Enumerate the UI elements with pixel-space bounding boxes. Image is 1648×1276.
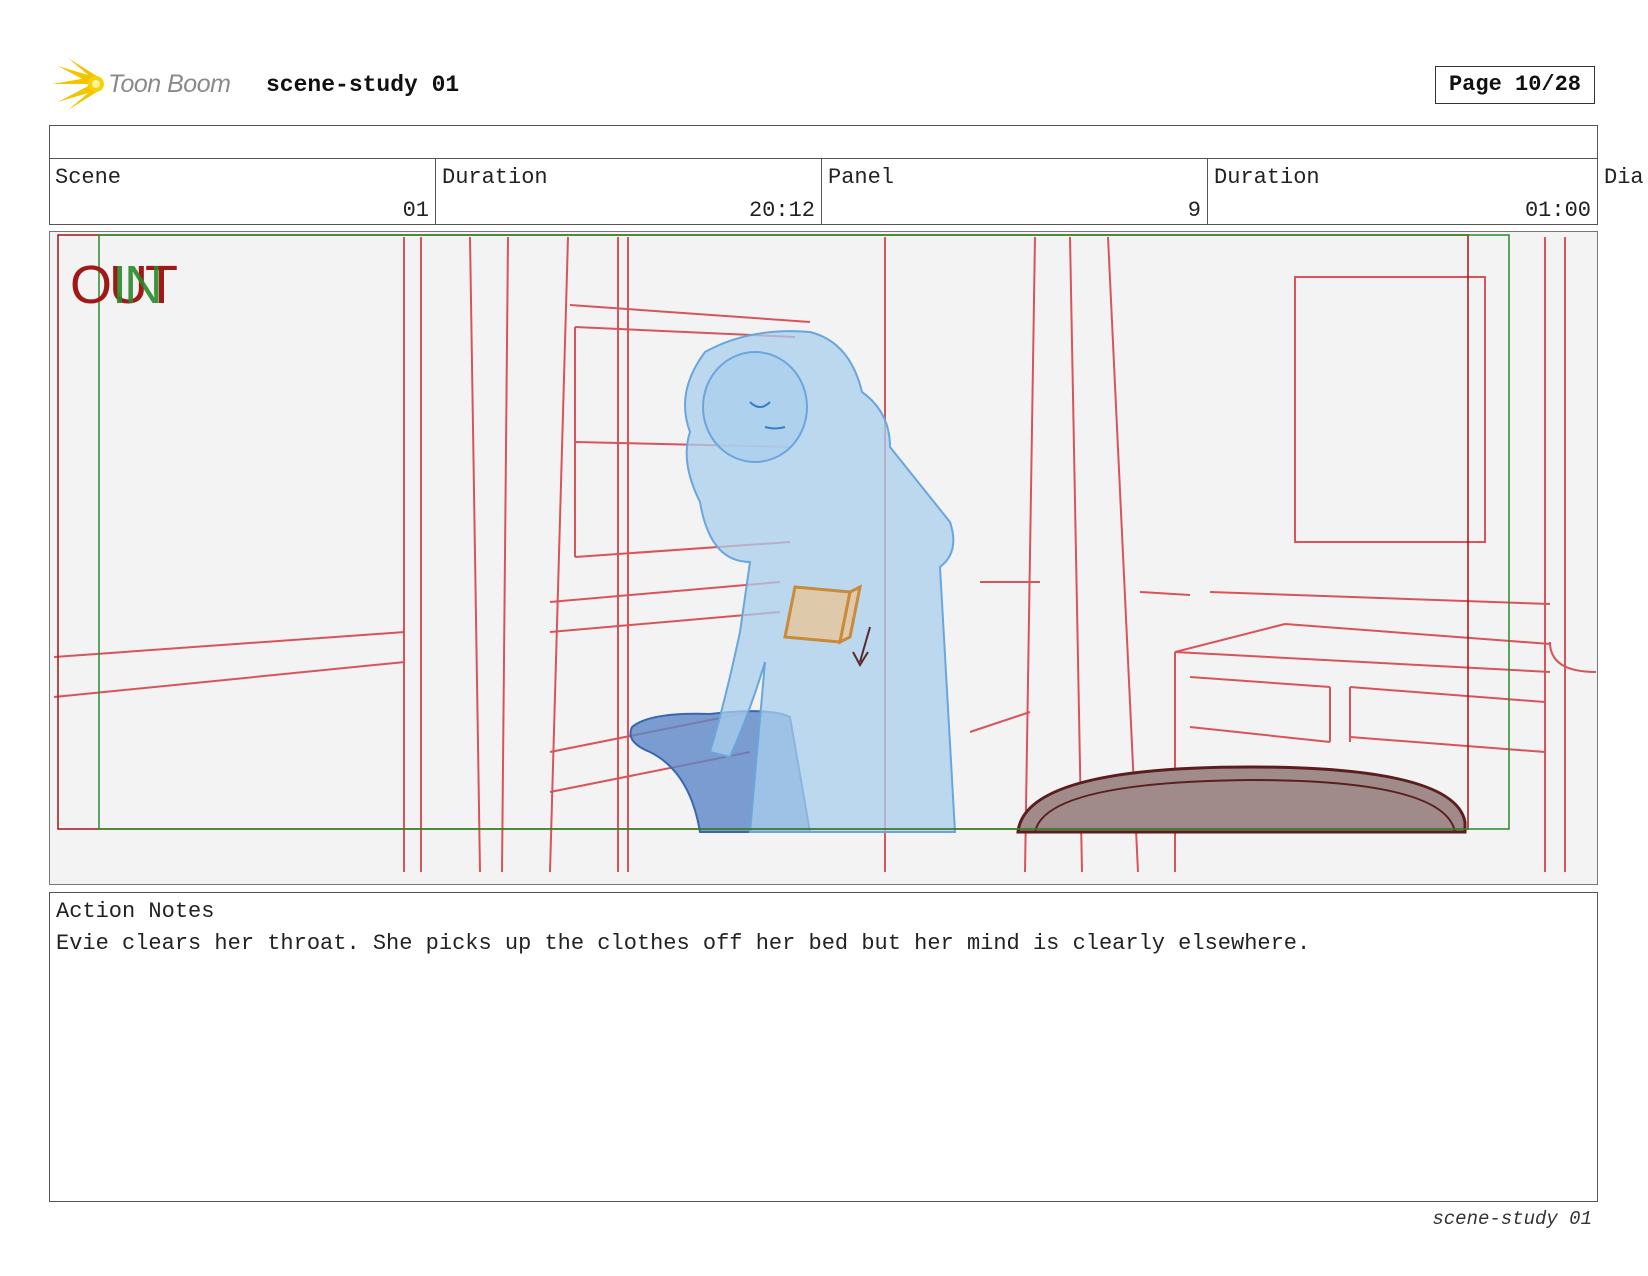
book-prop xyxy=(783,584,863,645)
panel-label: Panel xyxy=(828,165,895,190)
dialog-label-partial: Dia xyxy=(1604,165,1644,190)
page-indicator: Page 10/28 xyxy=(1435,66,1595,104)
scene-duration-cell: Duration 20:12 xyxy=(435,159,821,225)
panel-cell: Panel 9 xyxy=(821,159,1207,225)
footer-project-title: scene-study 01 xyxy=(1432,1208,1592,1230)
action-notes-text: Evie clears her throat. She picks up the… xyxy=(56,931,1311,956)
storyboard-panel: OUT IN xyxy=(49,231,1598,885)
action-notes-box: Action Notes Evie clears her throat. She… xyxy=(49,892,1598,1202)
panel-duration-label: Duration xyxy=(1214,165,1320,190)
scene-label: Scene xyxy=(55,165,122,190)
panel-duration-cell: Duration 01:00 xyxy=(1207,159,1598,225)
project-title: scene-study 01 xyxy=(266,72,460,98)
logo-wordmark: Toon Boom xyxy=(108,70,231,98)
frame-in-marker: IN xyxy=(112,255,163,315)
scene-value: 01 xyxy=(402,198,429,223)
action-notes-label: Action Notes xyxy=(56,899,215,924)
panel-drawing xyxy=(50,232,1596,883)
panel-duration-value: 01:00 xyxy=(1524,198,1591,223)
scene-duration-value: 20:12 xyxy=(748,198,815,223)
scene-duration-label: Duration xyxy=(442,165,548,190)
panel-value: 9 xyxy=(1187,198,1201,223)
scene-cell: Scene 01 xyxy=(49,159,435,225)
